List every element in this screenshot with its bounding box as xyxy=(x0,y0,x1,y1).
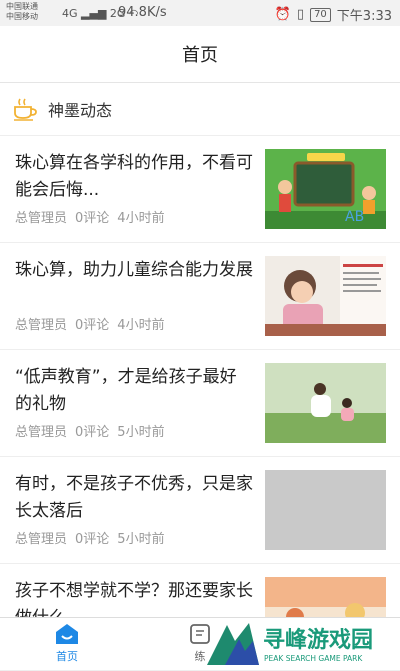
carrier-1: 中国联通 xyxy=(6,2,38,11)
home-icon xyxy=(56,624,78,644)
section-title: 神墨动态 xyxy=(48,101,113,120)
article-title: 珠心算，助力儿童综合能力发展 xyxy=(15,260,253,280)
tab-home-label: 首页 xyxy=(56,650,78,663)
article-meta: 总管理员 0评论 5小时前 xyxy=(15,528,165,547)
article-author: 总管理员 xyxy=(15,211,68,226)
article-item[interactable]: 珠心算，助力儿童综合能力发展 总管理员 0评论 4小时前 xyxy=(0,243,400,350)
article-author: 总管理员 xyxy=(15,318,68,333)
tab-home[interactable]: 首页 xyxy=(45,622,89,664)
article-thumbnail-placeholder xyxy=(265,470,386,550)
carrier-info: 中国联通 中国移动 xyxy=(6,2,38,22)
article-title: 珠心算在各学科的作用，不看可能会后悔... xyxy=(15,153,253,200)
page-title: 首页 xyxy=(182,45,218,66)
news-section-header: 神墨动态 xyxy=(0,83,400,136)
article-comments: 0评论 xyxy=(75,318,110,333)
battery-indicator: 70 xyxy=(310,7,331,22)
clock: 下午3:33 xyxy=(336,9,392,24)
watermark-subtitle: PEAK SEARCH GAME PARK xyxy=(264,654,363,663)
article-meta: 总管理员 0评论 4小时前 xyxy=(15,207,165,226)
watermark-title: 寻峰游戏园 xyxy=(263,627,373,653)
coffee-cup-icon xyxy=(14,98,37,121)
article-time: 4小时前 xyxy=(117,318,165,333)
tab-practice-label: 练 xyxy=(194,650,206,663)
article-title: “低声教育”，才是给孩子最好的礼物 xyxy=(15,367,237,414)
article-comments: 0评论 xyxy=(75,532,110,547)
article-author: 总管理员 xyxy=(15,425,68,440)
alarm-icon: ⏰ xyxy=(274,7,291,22)
article-item[interactable]: 有时，不是孩子不优秀，只是家长太落后 总管理员 0评论 5小时前 xyxy=(0,457,400,564)
carrier-2: 中国移动 xyxy=(6,12,38,21)
article-thumbnail xyxy=(265,363,386,443)
article-thumbnail xyxy=(265,256,386,336)
status-bar: 中国联通 中国移动 4G ▂▄▆ 2G ◠ 94.8K/s ⏰ ▯ 70 下午3… xyxy=(0,0,400,26)
article-title: 有时，不是孩子不优秀，只是家长太落后 xyxy=(15,474,253,521)
article-time: 5小时前 xyxy=(117,532,165,547)
article-comments: 0评论 xyxy=(75,211,110,226)
watermark-logo: 寻峰游戏园 PEAK SEARCH GAME PARK xyxy=(207,623,373,665)
article-thumbnail: AB xyxy=(265,149,386,229)
vibrate-icon: ▯ xyxy=(296,7,305,22)
article-meta: 总管理员 0评论 4小时前 xyxy=(15,314,165,333)
svg-text:AB: AB xyxy=(345,209,364,225)
signal-icon: ▂▄▆ xyxy=(81,7,107,20)
signal-1-type: 4G xyxy=(62,7,78,20)
article-author: 总管理员 xyxy=(15,532,68,547)
article-item[interactable]: “低声教育”，才是给孩子最好的礼物 总管理员 0评论 5小时前 xyxy=(0,350,400,457)
article-item[interactable]: 珠心算在各学科的作用，不看可能会后悔... 总管理员 0评论 4小时前 AB xyxy=(0,136,400,243)
article-list: 珠心算在各学科的作用，不看可能会后悔... 总管理员 0评论 4小时前 AB 珠… xyxy=(0,136,400,671)
article-comments: 0评论 xyxy=(75,425,110,440)
app-header: 首页 xyxy=(0,26,400,83)
article-time: 5小时前 xyxy=(117,425,165,440)
article-meta: 总管理员 0评论 5小时前 xyxy=(15,421,165,440)
status-right: ⏰ ▯ 70 下午3:33 xyxy=(275,5,392,24)
network-speed: 94.8K/s xyxy=(118,5,167,20)
article-time: 4小时前 xyxy=(117,211,165,226)
